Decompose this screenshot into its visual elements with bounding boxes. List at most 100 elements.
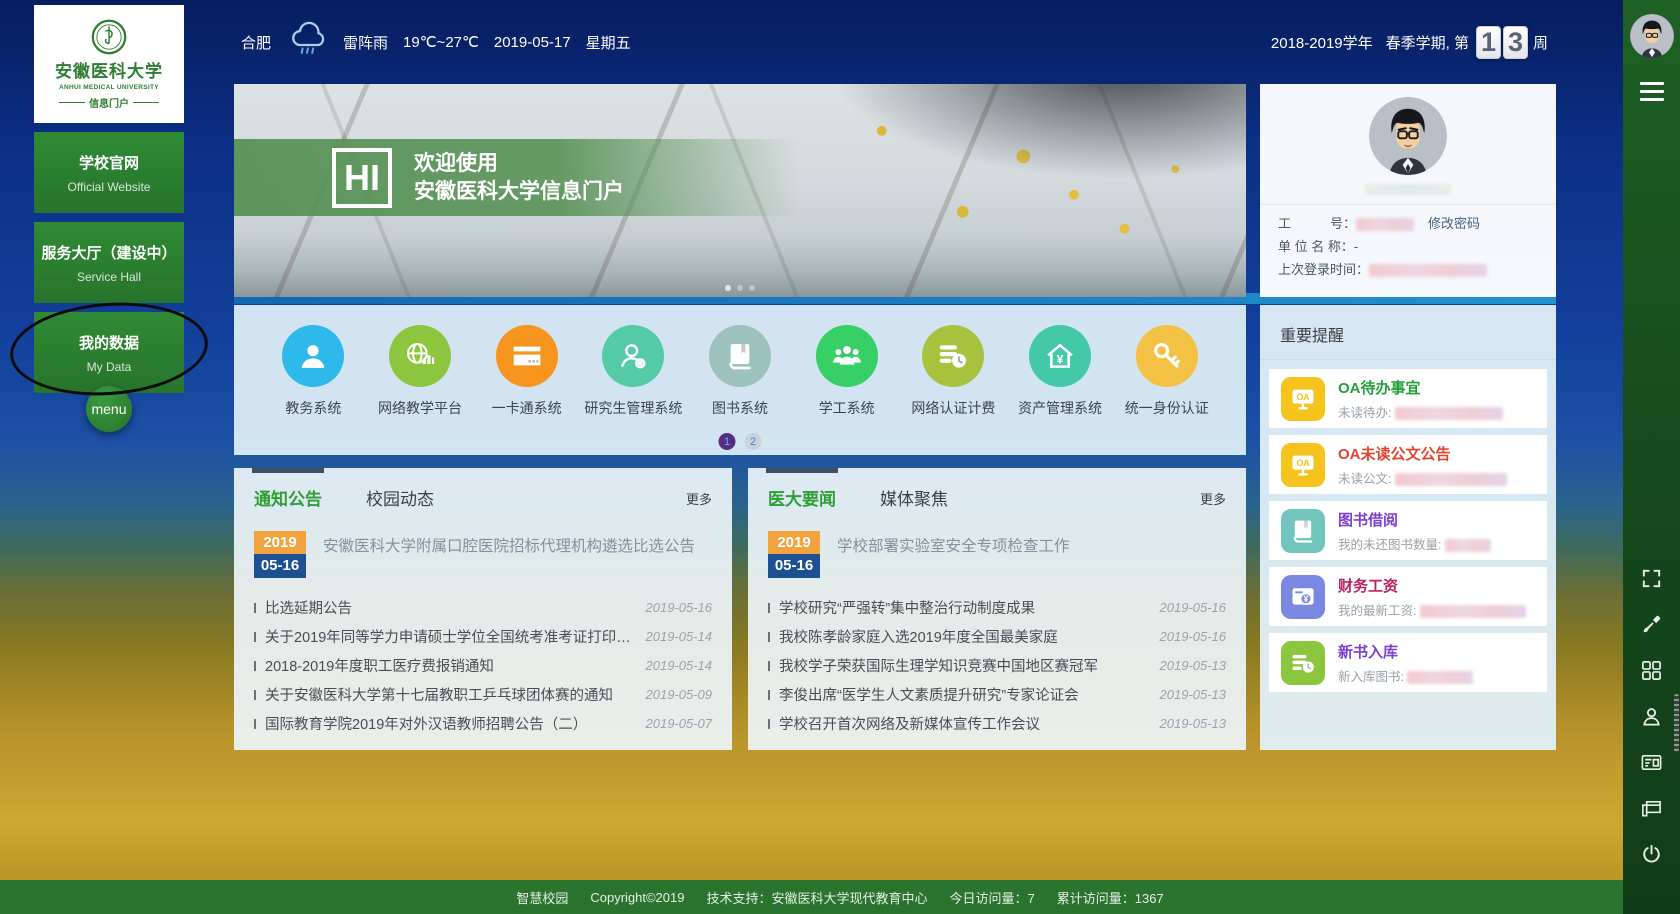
reminder-title[interactable]: OA未读公文公告 <box>1338 443 1507 464</box>
tab-university-news[interactable]: 医大要闻 <box>768 485 836 510</box>
notice-title[interactable]: 关于安徽医科大学第十七届教职工乒乓球团体赛的通知 <box>265 684 634 705</box>
notice-title[interactable]: 国际教育学院2019年对外汉语教师招聘公告（二） <box>265 713 634 734</box>
notice-title[interactable]: 比选延期公告 <box>265 597 634 618</box>
news-row: 李俊出席“医学生人文素质提升研究”专家论证会 2019-05-13 <box>768 680 1226 709</box>
svg-text:¥: ¥ <box>1303 594 1308 604</box>
reminder-new-books[interactable]: 新书入库 新入库图书: <box>1269 633 1547 692</box>
slide-dot[interactable] <box>749 285 755 291</box>
user-profile-card: 工 号：修改密码 单 位 名 称：- 上次登录时间： <box>1260 84 1556 297</box>
rule-right <box>133 102 159 103</box>
sidebar-item-label-en: Official Website <box>68 180 151 194</box>
news-date: 2019-05-13 <box>1160 687 1227 702</box>
notice-title[interactable]: 2018-2019年度职工医疗费报销通知 <box>265 655 634 676</box>
notice-row: 比选延期公告2019-05-16 <box>254 593 712 622</box>
fullscreen-icon[interactable] <box>1640 567 1663 590</box>
tab-notices[interactable]: 通知公告 <box>254 485 322 510</box>
theme-brush-icon[interactable] <box>1640 613 1663 636</box>
main-content: HI 欢迎使用 安徽医科大学信息门户 教务系统 <box>234 84 1246 750</box>
app-renzheng-jifei[interactable]: 网络认证计费 <box>900 325 1007 455</box>
staff-id-label: 工 号： <box>1278 216 1356 231</box>
welcome-banner[interactable]: HI 欢迎使用 安徽医科大学信息门户 <box>234 84 1246 297</box>
featured-date-badge: 05-16 <box>768 554 820 578</box>
featured-notice[interactable]: 2019 05-16 安徽医科大学附属口腔医院招标代理机构遴选比选公告 <box>254 531 712 578</box>
news-title[interactable]: 学校召开首次网络及新媒体宣传工作会议 <box>779 713 1148 734</box>
toolbar-avatar[interactable] <box>1630 14 1674 58</box>
app-yanjiusheng[interactable]: 研究生管理系统 <box>580 325 687 455</box>
news-date: 2019-05-16 <box>1160 600 1227 615</box>
scrollbar-thumb[interactable] <box>1674 694 1679 752</box>
reminder-oa-unread-docs[interactable]: OA OA未读公文公告 未读公文: <box>1269 435 1547 494</box>
apps-page-2[interactable]: 2 <box>745 433 762 450</box>
academic-year-label: 2018-2019学年 <box>1271 32 1373 53</box>
quick-apps-panel: 教务系统 网络教学平台 一卡通系统 <box>234 305 1246 455</box>
sidebar-item-label-cn: 我的数据 <box>79 332 139 353</box>
rain-cloud-icon <box>286 20 328 56</box>
reminder-desc: 未读待办: <box>1338 406 1391 420</box>
app-wangluo-jiaoxue[interactable]: 网络教学平台 <box>367 325 474 455</box>
id-card-icon[interactable] <box>1640 751 1663 774</box>
hamburger-menu-icon[interactable] <box>1640 82 1664 101</box>
notice-date: 2019-05-09 <box>646 687 713 702</box>
book-icon <box>709 325 771 387</box>
apps-page-1[interactable]: 1 <box>719 433 736 450</box>
bullet <box>768 661 770 671</box>
app-jiaowu[interactable]: 教务系统 <box>260 325 367 455</box>
reminder-oa-todo[interactable]: OA OA待办事宜 未读待办: <box>1269 369 1547 428</box>
slide-dot[interactable] <box>725 285 731 291</box>
bullet <box>768 632 770 642</box>
app-label: 统一身份认证 <box>1125 398 1209 418</box>
app-label: 网络认证计费 <box>911 398 995 418</box>
app-tongyi-shenfen[interactable]: 统一身份认证 <box>1113 325 1220 455</box>
news-date: 2019-05-13 <box>1160 716 1227 731</box>
reminder-title[interactable]: 新书入库 <box>1338 641 1473 662</box>
menu-button[interactable]: menu <box>86 386 132 432</box>
news-title[interactable]: 李俊出席“医学生人文素质提升研究”专家论证会 <box>779 684 1148 705</box>
profile-person-icon[interactable] <box>1640 705 1663 728</box>
sidebar-item-official-website[interactable]: 学校官网 Official Website <box>34 132 184 213</box>
news-title[interactable]: 学校研究“严强转”集中整治行动制度成果 <box>779 597 1148 618</box>
tab-media-focus[interactable]: 媒体聚焦 <box>880 485 948 510</box>
window-layout-icon[interactable] <box>1640 797 1663 820</box>
news-title[interactable]: 我校陈孝龄家庭入选2019年度全国最美家庭 <box>779 626 1148 647</box>
app-label: 网络教学平台 <box>378 398 462 418</box>
notice-date: 2019-05-14 <box>646 629 713 644</box>
reminder-library-borrow[interactable]: 图书借阅 我的未还图书数量: <box>1269 501 1547 560</box>
reminder-title[interactable]: OA待办事宜 <box>1338 377 1503 398</box>
featured-notice-title[interactable]: 安徽医科大学附属口腔医院招标代理机构遴选比选公告 <box>323 534 695 578</box>
user-avatar <box>1369 97 1447 175</box>
power-logout-icon[interactable] <box>1640 843 1663 866</box>
news-date: 2019-05-13 <box>1160 658 1227 673</box>
people-group-icon <box>816 325 878 387</box>
news-title[interactable]: 我校学子荣获国际生理学知识竞赛中国地区赛冠军 <box>779 655 1148 676</box>
redacted-last-login <box>1369 264 1487 277</box>
news-date: 2019-05-16 <box>1160 629 1227 644</box>
apps-pagination: 1 2 <box>719 433 762 450</box>
app-yikatong[interactable]: 一卡通系统 <box>473 325 580 455</box>
university-logo[interactable]: 安徽医科大学 ANHUI MEDICAL UNIVERSITY 信息门户 <box>34 5 184 123</box>
notice-title[interactable]: 关于2019年同等学力申请硕士学位全国统考准考证打印的通知 <box>265 626 634 647</box>
app-xuegong[interactable]: 学工系统 <box>793 325 900 455</box>
globe-teaching-icon <box>389 325 451 387</box>
reminder-salary[interactable]: ¥ 财务工资 我的最新工资: <box>1269 567 1547 626</box>
app-zichan[interactable]: ¥ 资产管理系统 <box>1007 325 1114 455</box>
reminder-desc: 新入库图书: <box>1338 670 1404 684</box>
banner-slide-dots[interactable] <box>725 285 755 291</box>
apps-grid-icon[interactable] <box>1640 659 1663 682</box>
reminder-title[interactable]: 财务工资 <box>1338 575 1526 596</box>
sidebar-item-service-hall[interactable]: 服务大厅（建设中） Service Hall <box>34 222 184 303</box>
card-icon <box>496 325 558 387</box>
notices-more-link[interactable]: 更多 <box>686 489 712 508</box>
tab-campus-news[interactable]: 校园动态 <box>366 485 434 510</box>
featured-news-title[interactable]: 学校部署实验室安全专项检查工作 <box>837 534 1070 578</box>
right-panel: 工 号：修改密码 单 位 名 称：- 上次登录时间： 重要提醒 OA OA待办事… <box>1260 84 1556 750</box>
redacted-staff-id <box>1356 218 1414 231</box>
slide-dot[interactable] <box>737 285 743 291</box>
sidebar-item-my-data[interactable]: 我的数据 My Data <box>34 312 184 393</box>
modify-password-link[interactable]: 修改密码 <box>1428 216 1480 231</box>
news-more-link[interactable]: 更多 <box>1200 489 1226 508</box>
bullet <box>768 719 770 729</box>
oa-monitor-icon: OA <box>1281 443 1325 487</box>
featured-news[interactable]: 2019 05-16 学校部署实验室安全专项检查工作 <box>768 531 1226 578</box>
hi-logo: HI <box>332 148 392 208</box>
reminder-title[interactable]: 图书借阅 <box>1338 509 1491 530</box>
